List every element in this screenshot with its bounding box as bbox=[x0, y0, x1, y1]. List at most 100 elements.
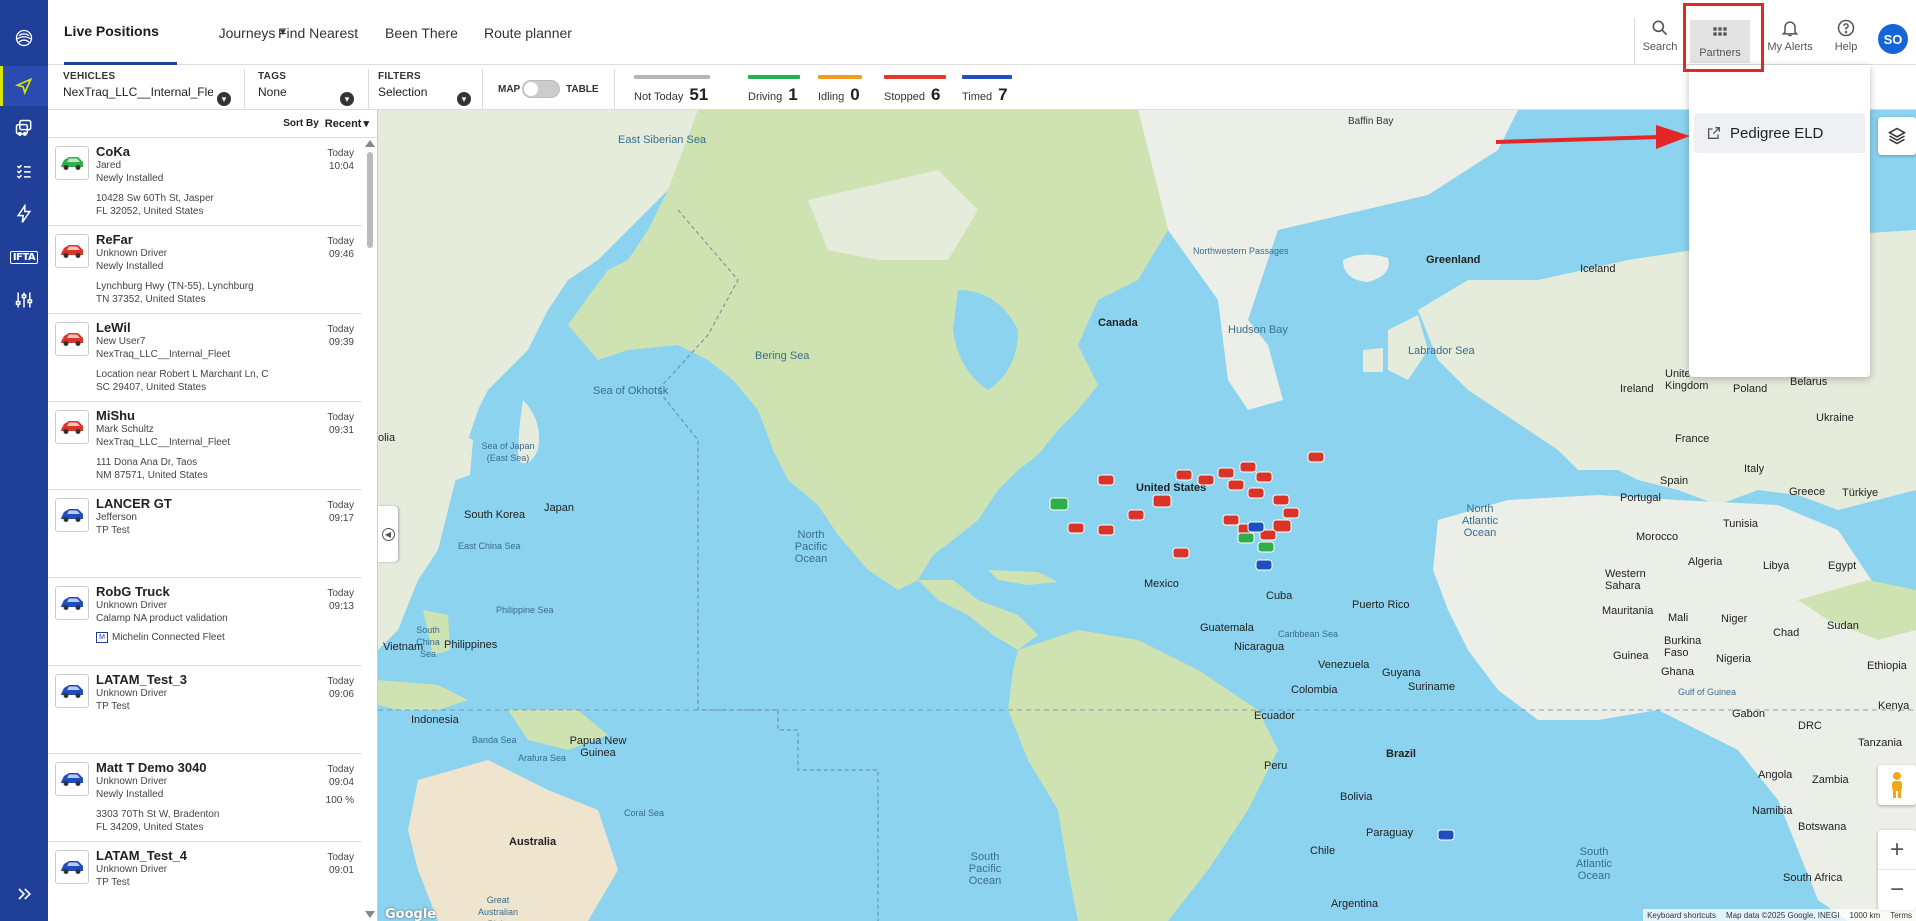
partners-dropdown-menu: Pedigree ELD bbox=[1689, 65, 1870, 377]
vehicle-list-item[interactable]: LANCER GT Jefferson TP Test Today 09:17 bbox=[48, 490, 362, 578]
vehicle-day: Today bbox=[327, 500, 354, 511]
stat-not-today[interactable]: Not Today 51 bbox=[634, 75, 710, 105]
vehicle-name: LATAM_Test_4 bbox=[96, 848, 188, 863]
street-view-pegman[interactable] bbox=[1878, 765, 1916, 805]
tab-find-nearest[interactable]: Find Nearest bbox=[278, 0, 358, 65]
vehicle-car-icon bbox=[55, 762, 89, 796]
vehicle-list-item[interactable]: ReFar Unknown Driver Newly Installed Lynchb… bbox=[48, 226, 362, 314]
address-line: FL 34209, United States bbox=[96, 822, 204, 833]
filters-filter[interactable]: FILTERS Selection ▾ bbox=[378, 71, 471, 107]
app-logo-icon[interactable] bbox=[0, 18, 48, 58]
vehicle-timestamp: Today 09:46 bbox=[327, 235, 354, 261]
tab-live-positions[interactable]: Live Positions bbox=[64, 0, 177, 65]
vehicle-marker bbox=[1217, 467, 1235, 479]
vehicle-address: 3303 70Th St W, Bradenton FL 34209, Unite… bbox=[96, 808, 354, 834]
search-label: Search bbox=[1642, 41, 1678, 53]
vehicles-filter[interactable]: VEHICLES NexTraq_LLC__Internal_Fleet ▾ bbox=[63, 71, 231, 107]
tasks-list-nav-icon[interactable] bbox=[0, 151, 48, 191]
left-rail: IFTA bbox=[0, 0, 48, 921]
vehicle-marker bbox=[1247, 521, 1265, 533]
vehicle-driver: Unknown Driver bbox=[96, 864, 168, 875]
address-line: SC 29407, United States bbox=[96, 382, 207, 393]
vehicle-driver: Unknown Driver bbox=[96, 776, 168, 787]
expand-rail-icon[interactable] bbox=[0, 874, 48, 914]
tags-filter-label: TAGS bbox=[258, 71, 287, 82]
map-table-toggle[interactable] bbox=[522, 80, 560, 98]
chevron-down-icon: ▾ bbox=[457, 92, 471, 106]
collapse-list-button[interactable]: ◀ bbox=[378, 506, 398, 562]
vehicle-timestamp: Today 09:04 bbox=[327, 763, 354, 789]
vehicles-nav-icon[interactable] bbox=[0, 108, 48, 148]
vehicle-driver: Unknown Driver bbox=[96, 248, 168, 259]
sort-bar: Sort By Recent ▾ bbox=[48, 110, 377, 138]
vehicle-markers bbox=[1049, 451, 1455, 841]
scroll-up-icon[interactable] bbox=[365, 140, 375, 147]
help-label: Help bbox=[1834, 41, 1858, 53]
tags-filter[interactable]: TAGS None ▾ bbox=[258, 71, 354, 107]
map-layers-button[interactable] bbox=[1878, 117, 1916, 155]
vehicle-list-item[interactable]: CoKa Jared Newly Installed 10428 Sw 60Th St… bbox=[48, 138, 362, 226]
vehicle-list-item[interactable]: Matt T Demo 3040 Unknown Driver Newly Inst… bbox=[48, 754, 362, 842]
vehicle-marker bbox=[1097, 474, 1115, 486]
search-button[interactable]: Search bbox=[1630, 18, 1690, 62]
vehicle-marker bbox=[1255, 559, 1273, 571]
vehicle-list[interactable]: CoKa Jared Newly Installed 10428 Sw 60Th St… bbox=[48, 138, 362, 921]
sort-dropdown[interactable]: Recent bbox=[325, 118, 362, 130]
vehicle-name: RobG Truck bbox=[96, 584, 170, 599]
vehicle-marker bbox=[1227, 479, 1245, 491]
partner-item-pedigree-eld[interactable]: Pedigree ELD bbox=[1694, 113, 1865, 153]
vehicle-list-item[interactable]: LATAM_Test_4 Unknown Driver TP Test Today 09… bbox=[48, 842, 362, 921]
chevron-down-icon: ▾ bbox=[363, 118, 369, 130]
terms-link[interactable]: Terms bbox=[1890, 911, 1912, 920]
address-line: NM 87571, United States bbox=[96, 470, 208, 481]
vehicle-list-item[interactable]: LATAM_Test_3 Unknown Driver TP Test Today 09… bbox=[48, 666, 362, 754]
partner-logo-icon: M bbox=[96, 632, 108, 643]
vehicle-time: 10:04 bbox=[328, 161, 354, 172]
stat-idling[interactable]: Idling 0 bbox=[818, 75, 862, 105]
stat-value: 51 bbox=[689, 85, 709, 104]
vehicle-day: Today bbox=[327, 764, 354, 775]
vehicle-car-icon bbox=[55, 850, 89, 884]
vehicle-marker bbox=[1097, 524, 1115, 536]
vehicle-time: 09:06 bbox=[328, 689, 354, 700]
ifta-nav-icon[interactable]: IFTA bbox=[0, 237, 48, 277]
list-scrollbar[interactable] bbox=[364, 140, 376, 918]
my-alerts-button[interactable]: My Alerts bbox=[1760, 18, 1820, 62]
stat-stopped[interactable]: Stopped 6 bbox=[884, 75, 946, 105]
vehicle-list-item[interactable]: LeWil New User7 NexTraq_LLC__Internal_Flee… bbox=[48, 314, 362, 402]
divider bbox=[244, 69, 245, 109]
tab-route-planner[interactable]: Route planner bbox=[484, 0, 572, 65]
user-avatar[interactable]: SO bbox=[1878, 24, 1908, 54]
settings-sliders-nav-icon[interactable] bbox=[0, 280, 48, 320]
vehicle-name: LANCER GT bbox=[96, 496, 172, 511]
tab-been-there[interactable]: Been There bbox=[385, 0, 458, 65]
stat-value: 0 bbox=[850, 85, 860, 104]
zoom-in-button[interactable]: + bbox=[1878, 830, 1916, 870]
top-navigation: Live Positions Journeys ▾ Find Nearest B… bbox=[48, 0, 1916, 65]
vehicle-time: 09:13 bbox=[328, 601, 354, 612]
vehicle-list-item[interactable]: RobG Truck Unknown Driver Calamp NA produc… bbox=[48, 578, 362, 666]
vehicle-day: Today bbox=[327, 324, 354, 335]
zoom-out-button[interactable]: − bbox=[1878, 870, 1916, 910]
keyboard-shortcuts-link[interactable]: Keyboard shortcuts bbox=[1647, 911, 1716, 920]
vehicle-percent: 100 % bbox=[325, 795, 354, 806]
map-view[interactable]: Baffin Bay East Siberian Sea Greenland I… bbox=[378, 110, 1916, 921]
divider bbox=[614, 69, 615, 109]
tab-label: Route planner bbox=[484, 24, 572, 41]
help-button[interactable]: Help bbox=[1816, 18, 1876, 62]
vehicle-address: 10428 Sw 60Th St, Jasper FL 32052, United… bbox=[96, 192, 354, 218]
vehicle-time: 09:46 bbox=[328, 249, 354, 260]
lightning-nav-icon[interactable] bbox=[0, 194, 48, 234]
table-toggle-label: TABLE bbox=[566, 84, 599, 95]
scroll-thumb[interactable] bbox=[367, 152, 373, 248]
vehicle-day: Today bbox=[327, 852, 354, 863]
vehicle-group: TP Test bbox=[96, 701, 130, 712]
scroll-down-icon[interactable] bbox=[365, 911, 375, 918]
divider bbox=[482, 69, 483, 109]
partner-item-label: Pedigree ELD bbox=[1730, 124, 1824, 142]
vehicle-time: 09:31 bbox=[328, 425, 354, 436]
stat-timed[interactable]: Timed 7 bbox=[962, 75, 1012, 105]
live-positions-nav-icon[interactable] bbox=[0, 66, 48, 106]
vehicle-list-item[interactable]: MiShu Mark Schultz NexTraq_LLC__Internal_F… bbox=[48, 402, 362, 490]
stat-driving[interactable]: Driving 1 bbox=[748, 75, 800, 105]
